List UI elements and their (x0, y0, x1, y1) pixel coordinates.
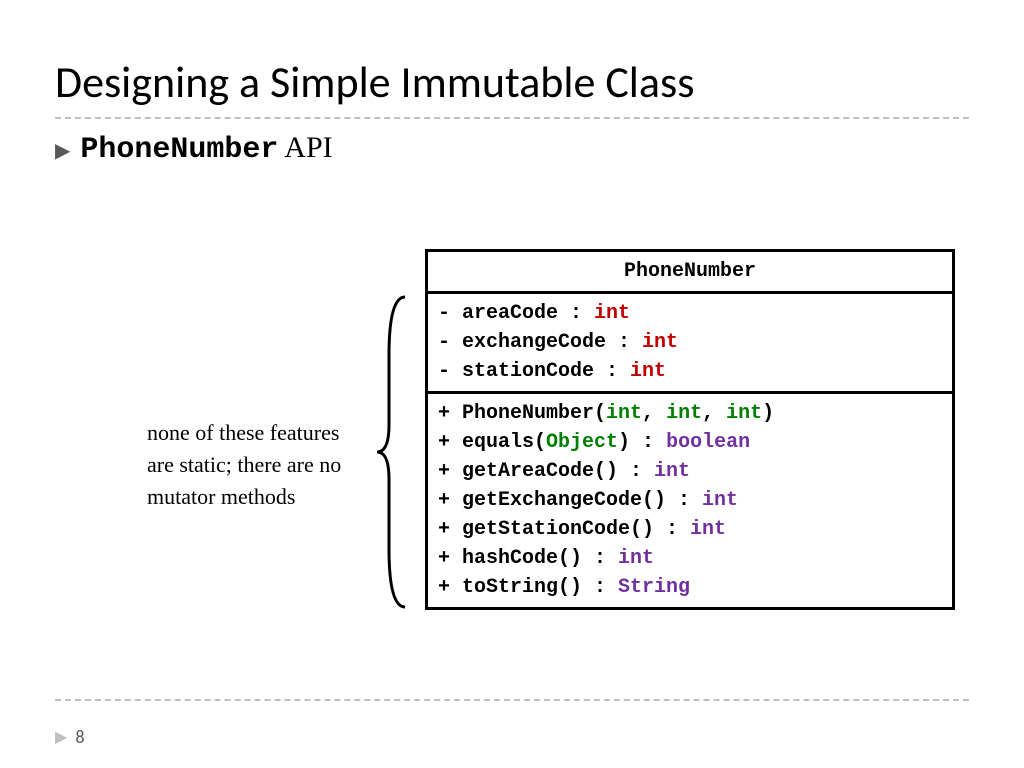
attr-label: - exchangeCode : (438, 331, 642, 354)
curly-brace-icon (375, 295, 411, 609)
uml-attribute-row: - exchangeCode : int (438, 328, 942, 357)
method-return-type: int (690, 518, 726, 541)
uml-method-row: + hashCode() : int (438, 544, 942, 573)
footer-divider (55, 699, 969, 701)
method-text: , (702, 402, 726, 425)
annotation-note: none of these features are static; there… (147, 417, 357, 513)
method-text: + getExchangeCode() : (438, 489, 702, 512)
uml-class-box: PhoneNumber - areaCode : int - exchangeC… (425, 249, 955, 610)
method-param-type: Object (546, 431, 618, 454)
footer: ▶ 8 (55, 726, 84, 748)
method-text: + getStationCode() : (438, 518, 690, 541)
uml-method-row: + equals(Object) : boolean (438, 428, 942, 457)
uml-class-name: PhoneNumber (428, 252, 952, 294)
method-text: + hashCode() : (438, 547, 618, 570)
uml-method-row: + getStationCode() : int (438, 515, 942, 544)
method-param-type: int (606, 402, 642, 425)
method-return-type: int (702, 489, 738, 512)
title-divider (55, 117, 969, 119)
uml-method-row: + getAreaCode() : int (438, 457, 942, 486)
bullet-text: PhoneNumber API (80, 131, 332, 167)
method-text: + PhoneNumber( (438, 402, 606, 425)
method-text: + equals( (438, 431, 546, 454)
method-return-type: int (618, 547, 654, 570)
method-text: ) (762, 402, 774, 425)
method-text: + toString() : (438, 576, 618, 599)
bullet-phonenumber-api: ▶ PhoneNumber API (55, 131, 969, 167)
uml-attribute-row: - areaCode : int (438, 299, 942, 328)
uml-method-row: + PhoneNumber(int, int, int) (438, 399, 942, 428)
method-text: , (642, 402, 666, 425)
method-text: + getAreaCode() : (438, 460, 654, 483)
method-param-type: int (726, 402, 762, 425)
bullet-class-name: PhoneNumber (80, 133, 278, 167)
uml-method-row: + getExchangeCode() : int (438, 486, 942, 515)
uml-attribute-row: - stationCode : int (438, 357, 942, 386)
bullet-api-label: API (278, 131, 332, 164)
page-number: 8 (75, 726, 84, 748)
attr-type: int (630, 360, 666, 383)
method-param-type: int (666, 402, 702, 425)
method-return-type: int (654, 460, 690, 483)
method-return-type: boolean (666, 431, 750, 454)
method-return-type: String (618, 576, 690, 599)
uml-method-row: + toString() : String (438, 573, 942, 602)
slide: Designing a Simple Immutable Class ▶ Pho… (0, 0, 1024, 768)
footer-glyph-icon: ▶ (55, 727, 67, 747)
attr-label: - areaCode : (438, 302, 594, 325)
uml-attributes: - areaCode : int - exchangeCode : int - … (428, 294, 952, 394)
slide-title: Designing a Simple Immutable Class (55, 55, 969, 109)
attr-type: int (642, 331, 678, 354)
attr-type: int (594, 302, 630, 325)
uml-methods: + PhoneNumber(int, int, int) + equals(Ob… (428, 394, 952, 607)
attr-label: - stationCode : (438, 360, 630, 383)
bullet-glyph-icon: ▶ (55, 141, 70, 161)
method-text: ) : (618, 431, 666, 454)
